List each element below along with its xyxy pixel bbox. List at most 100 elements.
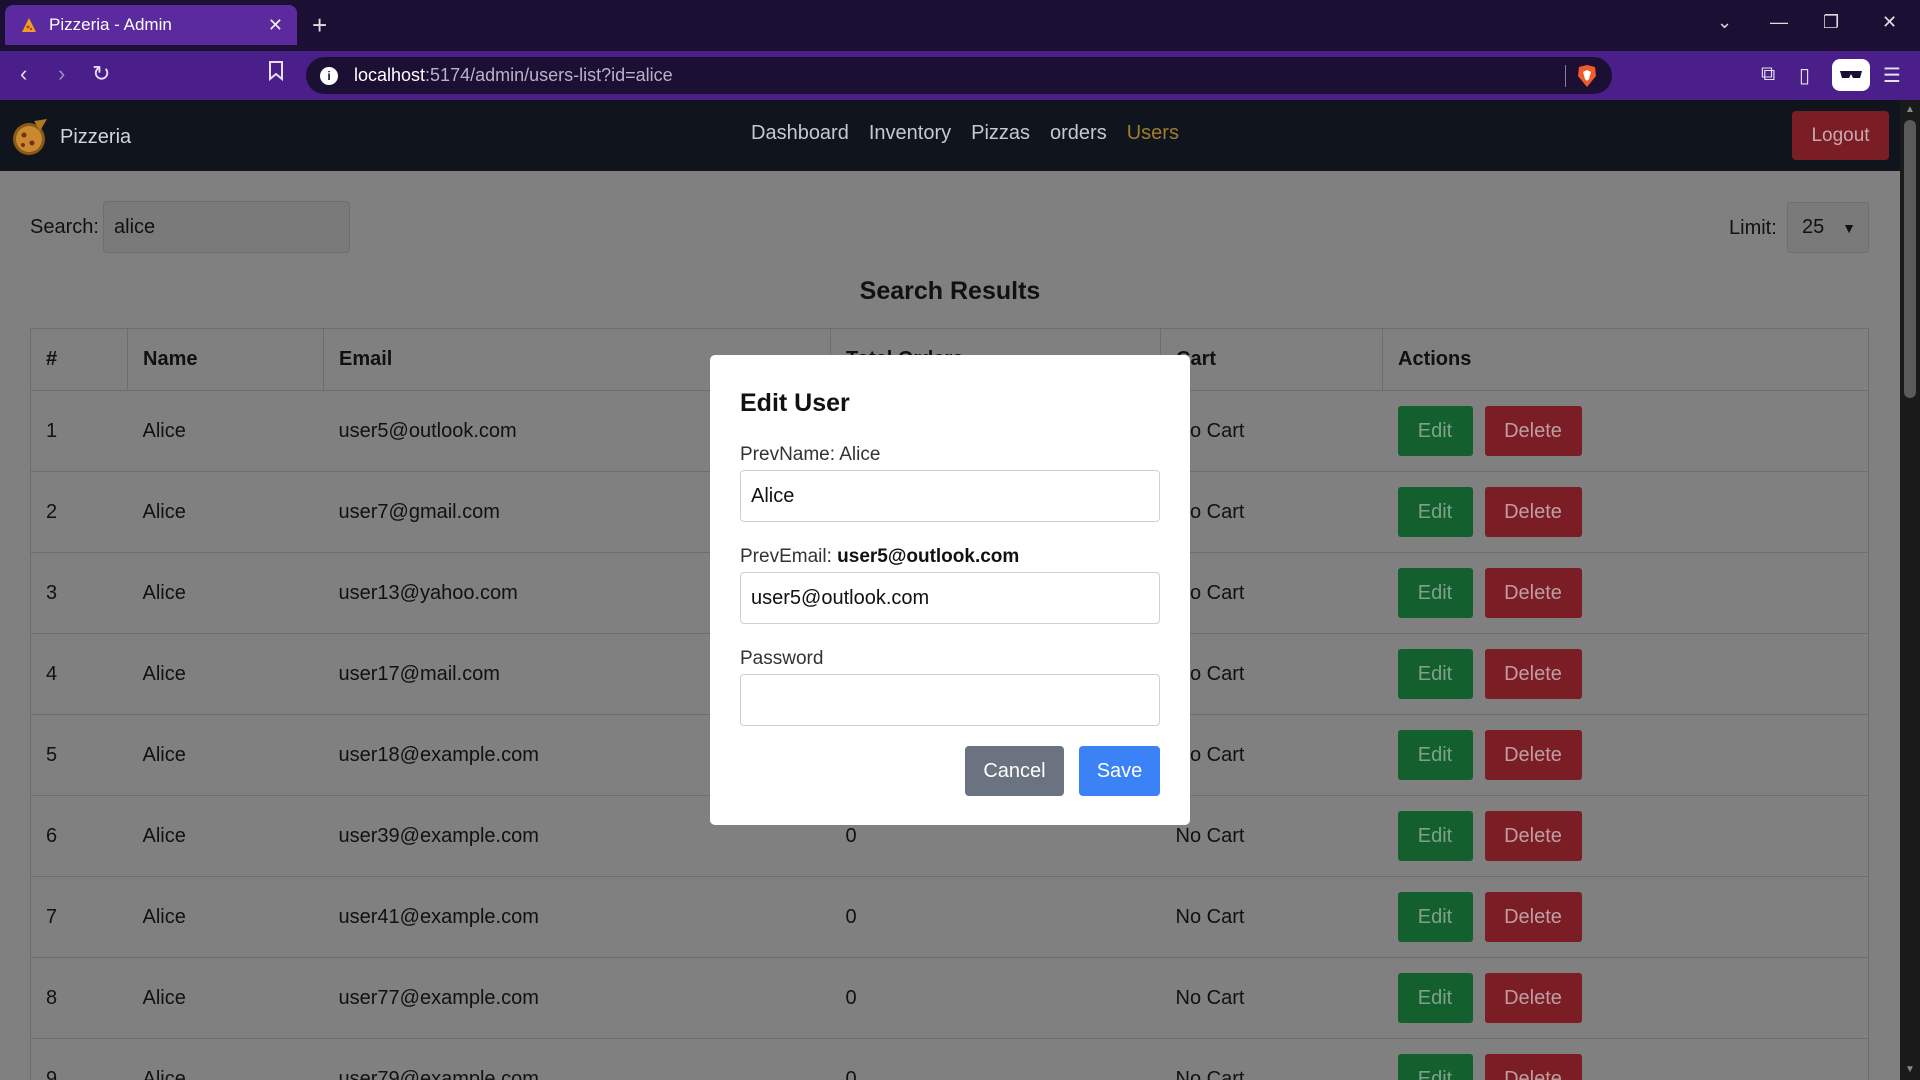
scroll-down-icon[interactable]: ▼	[1905, 1064, 1915, 1075]
logout-button[interactable]: Logout	[1792, 111, 1889, 160]
edit-button[interactable]: Edit	[1397, 487, 1473, 537]
nav-orders[interactable]: orders	[1050, 122, 1107, 145]
menu-icon[interactable]: ☰	[1883, 63, 1901, 88]
delete-button[interactable]: Delete	[1484, 568, 1582, 618]
prev-email-prefix: PrevEmail:	[740, 546, 832, 567]
cell-cart: No Cart	[1160, 633, 1383, 715]
prev-email-value: user5@outlook.com	[837, 546, 1020, 567]
edit-button[interactable]: Edit	[1397, 892, 1473, 942]
browser-tab[interactable]: Pizzeria - Admin ✕	[5, 5, 297, 45]
cell-email: user77@example.com	[323, 957, 831, 1039]
tab-close-icon[interactable]: ✕	[268, 15, 283, 36]
col-actions: Actions	[1382, 328, 1869, 391]
url-path: :5174/admin/users-list?id=alice	[425, 65, 673, 85]
cell-cart: No Cart	[1160, 876, 1383, 958]
app-navbar: Pizzeria Dashboard Inventory Pizzas orde…	[0, 100, 1900, 171]
cell-total-orders: 0	[830, 957, 1161, 1039]
cell-number: 5	[30, 714, 128, 796]
pizza-favicon-icon	[19, 15, 39, 35]
edit-button[interactable]: Edit	[1397, 568, 1473, 618]
page-scrollbar[interactable]: ▲ ▼	[1900, 100, 1920, 1080]
reload-icon[interactable]: ↻	[92, 61, 110, 87]
delete-button[interactable]: Delete	[1484, 973, 1582, 1023]
cell-cart: No Cart	[1160, 795, 1383, 877]
edit-button[interactable]: Edit	[1397, 649, 1473, 699]
brave-shields-icon[interactable]	[1576, 64, 1598, 88]
window-close-icon[interactable]: ✕	[1882, 12, 1897, 33]
table-row: 8 Alice user77@example.com 0 No Cart Edit Dele…	[30, 957, 1869, 1039]
extensions-icon[interactable]: ⧉	[1761, 63, 1775, 86]
cell-actions: Edit Delete	[1382, 390, 1869, 472]
delete-button[interactable]: Delete	[1484, 730, 1582, 780]
col-number: #	[30, 328, 128, 391]
nav-users[interactable]: Users	[1127, 122, 1179, 145]
cell-cart: No Cart	[1160, 471, 1383, 553]
edit-button[interactable]: Edit	[1397, 1054, 1473, 1080]
limit-select[interactable]: 25 ▼	[1787, 202, 1869, 253]
name-input[interactable]: Alice	[740, 470, 1160, 522]
search-label: Search:	[30, 216, 99, 238]
delete-button[interactable]: Delete	[1484, 1054, 1582, 1080]
new-tab-icon[interactable]: +	[312, 10, 327, 40]
cell-cart: No Cart	[1160, 390, 1383, 472]
cell-actions: Edit Delete	[1382, 957, 1869, 1039]
delete-button[interactable]: Delete	[1484, 892, 1582, 942]
cancel-button[interactable]: Cancel	[965, 746, 1064, 796]
cell-number: 9	[30, 1038, 128, 1080]
edit-button[interactable]: Edit	[1397, 406, 1473, 456]
cell-actions: Edit Delete	[1382, 795, 1869, 877]
minimize-icon[interactable]: —	[1770, 12, 1788, 33]
cell-actions: Edit Delete	[1382, 633, 1869, 715]
tab-title: Pizzeria - Admin	[49, 15, 172, 34]
save-button[interactable]: Save	[1079, 746, 1160, 796]
delete-button[interactable]: Delete	[1484, 649, 1582, 699]
scrollbar-thumb[interactable]	[1904, 120, 1916, 398]
delete-button[interactable]: Delete	[1484, 487, 1582, 537]
password-input[interactable]	[740, 674, 1160, 726]
brand[interactable]: Pizzeria	[10, 117, 131, 157]
edit-button[interactable]: Edit	[1397, 811, 1473, 861]
scroll-up-icon[interactable]: ▲	[1905, 104, 1915, 115]
nav-inventory[interactable]: Inventory	[869, 122, 951, 145]
url-field[interactable]: i localhost :5174/admin/users-list?id=al…	[306, 57, 1612, 94]
cell-number: 4	[30, 633, 128, 715]
cell-number: 6	[30, 795, 128, 877]
cell-cart: No Cart	[1160, 552, 1383, 634]
cell-cart: No Cart	[1160, 957, 1383, 1039]
brand-name: Pizzeria	[60, 125, 132, 148]
email-input[interactable]: user5@outlook.com	[740, 572, 1160, 624]
limit-value: 25	[1802, 216, 1825, 238]
cell-actions: Edit Delete	[1382, 1038, 1869, 1080]
edit-user-modal: Edit User PrevName: Alice Alice PrevEmai…	[710, 355, 1190, 825]
cell-name: Alice	[127, 471, 324, 553]
delete-button[interactable]: Delete	[1484, 406, 1582, 456]
browser-tab-bar: Pizzeria - Admin ✕ + ⌄ — ❐ ✕	[0, 0, 1920, 51]
cell-number: 7	[30, 876, 128, 958]
restore-icon[interactable]: ❐	[1823, 12, 1839, 33]
pizza-logo-icon	[10, 117, 50, 157]
forward-icon[interactable]: ›	[58, 61, 65, 87]
search-input[interactable]: alice	[103, 201, 350, 253]
main-nav: Dashboard Inventory Pizzas orders Users	[751, 122, 1179, 145]
sidebar-toggle-icon[interactable]: ▯	[1799, 63, 1810, 88]
edit-button[interactable]: Edit	[1397, 730, 1473, 780]
cell-actions: Edit Delete	[1382, 471, 1869, 553]
tab-list-chevron-icon[interactable]: ⌄	[1717, 12, 1732, 33]
cell-name: Alice	[127, 714, 324, 796]
cell-cart: No Cart	[1160, 714, 1383, 796]
cell-actions: Edit Delete	[1382, 714, 1869, 796]
edit-button[interactable]: Edit	[1397, 973, 1473, 1023]
col-cart: Cart	[1160, 328, 1383, 391]
delete-button[interactable]: Delete	[1484, 811, 1582, 861]
cell-number: 8	[30, 957, 128, 1039]
site-info-icon[interactable]: i	[320, 66, 338, 85]
omnibox-divider	[1565, 65, 1566, 87]
limit-label: Limit:	[1729, 217, 1777, 239]
nav-dashboard[interactable]: Dashboard	[751, 122, 849, 145]
nav-pizzas[interactable]: Pizzas	[971, 122, 1030, 145]
bookmark-icon[interactable]	[268, 61, 284, 87]
modal-title: Edit User	[740, 389, 850, 417]
table-row: 7 Alice user41@example.com 0 No Cart Edit Dele…	[30, 876, 1869, 958]
back-icon[interactable]: ‹	[20, 61, 27, 87]
vpn-glasses-icon[interactable]	[1832, 59, 1870, 91]
